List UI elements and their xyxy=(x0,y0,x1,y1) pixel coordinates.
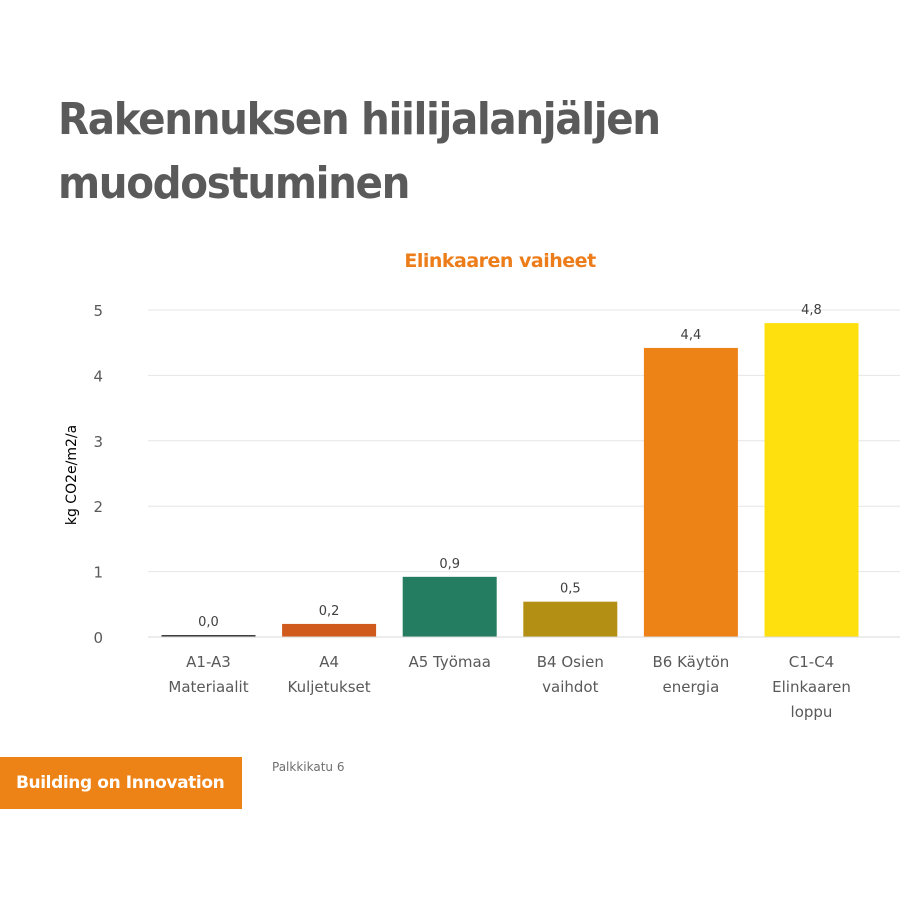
y-axis-ticks: 0 1 2 3 4 5 xyxy=(93,302,103,647)
x-tick-label: A4 Kuljetukset xyxy=(288,653,371,696)
data-label: 4,4 xyxy=(681,328,702,343)
x-tick-label-line: B6 Käytön xyxy=(652,653,729,671)
bar xyxy=(402,576,497,637)
x-tick-label: B6 Käytön energia xyxy=(652,653,729,696)
x-tick-label: A5 Työmaa xyxy=(408,653,490,671)
x-tick-label-line: Kuljetukset xyxy=(288,678,371,696)
y-tick-label: 2 xyxy=(93,498,103,516)
y-tick-label: 0 xyxy=(93,629,103,647)
x-tick-label-line: A4 xyxy=(319,653,339,671)
y-tick-label: 5 xyxy=(93,302,103,320)
x-tick-label-line: vaihdot xyxy=(542,678,598,696)
footer-address: Palkkikatu 6 xyxy=(272,760,345,774)
data-label: 0,9 xyxy=(439,557,460,572)
bar xyxy=(764,323,859,637)
y-tick-label: 1 xyxy=(93,564,103,582)
data-label: 0,5 xyxy=(560,582,581,597)
x-tick-label-line: B4 Osien xyxy=(537,653,604,671)
x-tick-label-line: loppu xyxy=(791,703,833,721)
bars xyxy=(161,323,859,637)
x-tick-label-line: Elinkaaren xyxy=(772,678,851,696)
building-on-innovation-badge: Building on Innovation xyxy=(0,757,242,809)
data-label: 0,0 xyxy=(198,615,219,630)
x-tick-label-line: A1-A3 xyxy=(186,653,231,671)
bar xyxy=(523,601,618,637)
x-tick-label-line: energia xyxy=(663,678,720,696)
y-axis-label: kg CO2e/m2/a xyxy=(64,425,80,525)
x-axis-ticks: A1-A3 Materiaalit A4 Kuljetukset A5 Työmaa B4… xyxy=(168,653,850,721)
y-tick-label: 3 xyxy=(93,433,103,451)
bar xyxy=(643,347,738,637)
x-tick-label-line: Materiaalit xyxy=(168,678,248,696)
x-tick-label: B4 Osien vaihdot xyxy=(537,653,604,696)
x-tick-label-line: A5 Työmaa xyxy=(408,653,490,671)
data-label: 4,8 xyxy=(801,303,822,318)
x-tick-label: C1-C4 Elinkaaren loppu xyxy=(772,653,851,721)
bar-chart: 0 1 2 3 4 5 kg CO2e/m2/a 0,0 0,2 0,9 0,5 4,4 4,8 A… xyxy=(64,302,900,721)
bar xyxy=(282,623,377,637)
y-tick-label: 4 xyxy=(93,367,103,385)
x-tick-label-line: C1-C4 xyxy=(789,653,834,671)
x-tick-label: A1-A3 Materiaalit xyxy=(168,653,248,696)
data-label: 0,2 xyxy=(319,604,340,619)
